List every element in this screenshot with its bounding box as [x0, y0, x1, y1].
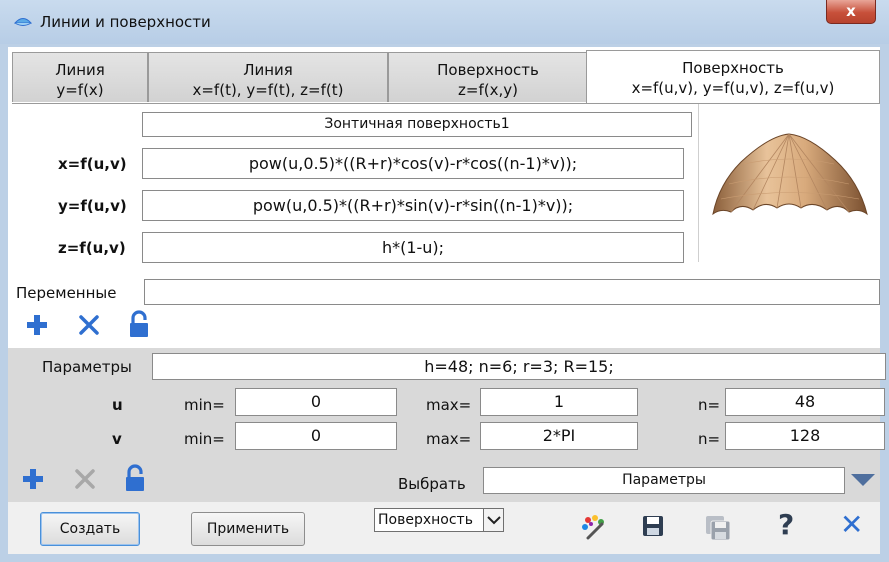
chevron-down-icon[interactable] — [850, 472, 876, 488]
tab-subtitle: z=f(x,y) — [458, 81, 518, 99]
add-parameter-icon[interactable] — [22, 468, 44, 490]
x-formula-field[interactable]: pow(u,0.5)*((R+r)*cos(v)-r*cos((n-1)*v))… — [142, 148, 684, 179]
v-label: v — [112, 430, 122, 448]
v-max-field[interactable]: 2*PI — [480, 422, 638, 450]
palette-icon[interactable] — [580, 514, 608, 540]
u-max-label: max= — [426, 396, 472, 414]
z-formula-field[interactable]: h*(1-u); — [142, 232, 684, 263]
object-type-select[interactable]: Поверхность — [374, 508, 504, 532]
y-label: y=f(u,v) — [58, 197, 127, 215]
v-min-label: min= — [184, 430, 225, 448]
tab-title: Линия — [55, 61, 105, 79]
tab-surface-zxy[interactable]: Поверхность z=f(x,y) — [388, 52, 588, 102]
choose-field[interactable]: Параметры — [483, 467, 845, 494]
y-formula-field[interactable]: pow(u,0.5)*((R+r)*sin(v)-r*sin((n-1)*v))… — [142, 190, 684, 221]
chevron-down-icon — [483, 509, 503, 531]
lock-icon[interactable] — [128, 310, 150, 338]
tab-line-parametric[interactable]: Линия x=f(t), y=f(t), z=f(t) — [148, 52, 388, 102]
window-title: Линии и поверхности — [40, 13, 211, 31]
z-label: z=f(u,v) — [58, 239, 126, 257]
object-type-value: Поверхность — [378, 512, 473, 528]
surface-name-field[interactable]: Зонтичная поверхность1 — [142, 112, 692, 137]
tab-title: Линия — [243, 61, 293, 79]
x-label: x=f(u,v) — [58, 155, 127, 173]
variables-label: Переменные — [16, 284, 117, 302]
tab-surface-parametric[interactable]: Поверхность x=f(u,v), y=f(u,v), z=f(u,v) — [586, 50, 880, 103]
surface-app-icon — [14, 18, 32, 26]
main-window: Линии и поверхности x Линия y=f(x) Линия… — [0, 0, 889, 562]
add-variable-icon[interactable] — [26, 314, 48, 336]
v-min-field[interactable]: 0 — [235, 422, 397, 450]
window-close-button[interactable]: x — [826, 0, 876, 24]
save-as-icon — [706, 516, 731, 541]
choose-label: Выбрать — [398, 475, 466, 493]
u-label: u — [112, 396, 123, 414]
parameters-label: Параметры — [42, 358, 132, 376]
v-n-label: n= — [698, 430, 721, 448]
tab-line-yfx[interactable]: Линия y=f(x) — [12, 52, 148, 102]
lock-parameters-icon[interactable] — [124, 464, 146, 492]
tab-strip: Линия y=f(x) Линия x=f(t), y=f(t), z=f(t… — [8, 47, 880, 103]
parameters-panel: Параметры h=48; n=6; r=3; R=15; u min= 0… — [8, 348, 886, 502]
tab-title: Поверхность — [437, 61, 539, 79]
tab-subtitle: x=f(u,v), y=f(u,v), z=f(u,v) — [631, 79, 835, 97]
client-area: Линия y=f(x) Линия x=f(t), y=f(t), z=f(t… — [8, 47, 886, 554]
apply-button[interactable]: Применить — [191, 512, 305, 546]
delete-variable-icon[interactable] — [78, 314, 100, 336]
surface-panel: Зонтичная поверхность1 x=f(u,v) pow(u,0.… — [12, 103, 880, 337]
variables-field[interactable] — [144, 279, 880, 305]
u-n-field[interactable]: 48 — [725, 388, 885, 416]
u-n-label: n= — [698, 396, 721, 414]
close-icon[interactable]: ✕ — [840, 508, 863, 541]
v-n-field[interactable]: 128 — [725, 422, 885, 450]
help-icon[interactable]: ? — [778, 508, 794, 541]
save-icon[interactable] — [641, 514, 665, 538]
tab-subtitle: y=f(x) — [56, 81, 104, 99]
title-bar[interactable]: Линии и поверхности x — [0, 0, 889, 44]
create-button[interactable]: Создать — [40, 512, 140, 546]
delete-parameter-icon — [75, 469, 95, 489]
umbrella-surface-preview — [712, 133, 868, 216]
u-max-field[interactable]: 1 — [480, 388, 638, 416]
surface-preview — [698, 104, 880, 262]
footer-bar: Создать Применить Поверхность ? ✕ — [8, 502, 880, 554]
tab-title: Поверхность — [682, 59, 784, 77]
v-max-label: max= — [426, 430, 472, 448]
tab-subtitle: x=f(t), y=f(t), z=f(t) — [192, 81, 344, 99]
parameters-field[interactable]: h=48; n=6; r=3; R=15; — [152, 353, 886, 380]
u-min-label: min= — [184, 396, 225, 414]
u-min-field[interactable]: 0 — [235, 388, 397, 416]
